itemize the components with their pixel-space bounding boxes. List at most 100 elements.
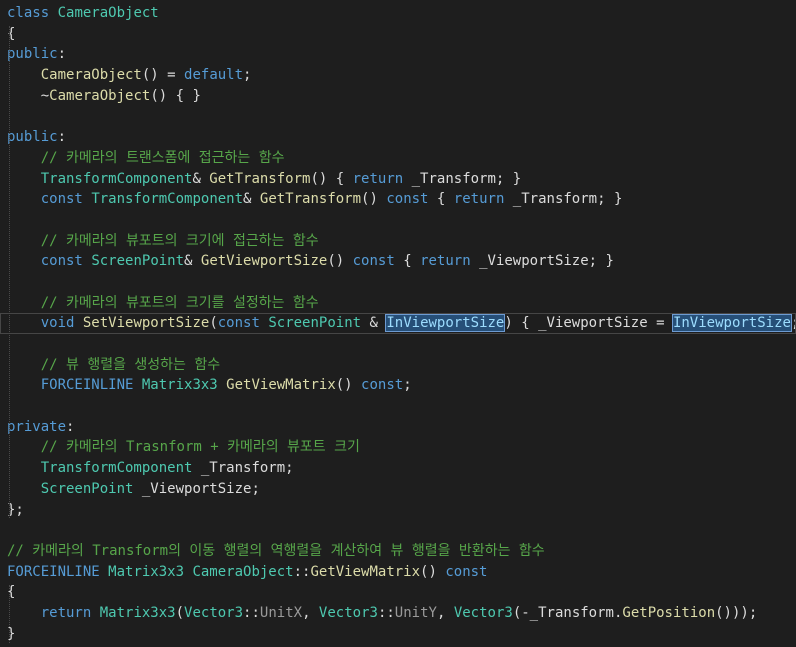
code-token: ~: [7, 87, 50, 104]
code-token: ,: [436, 604, 454, 621]
code-token: (): [361, 191, 387, 208]
code-token: (): [420, 563, 446, 580]
code-token: () =: [141, 67, 185, 84]
code-line[interactable]: // 카메라의 뷰포트의 크기에 접근하는 함수: [0, 231, 796, 252]
code-token: {: [394, 253, 421, 270]
code-token: ()));: [715, 604, 758, 621]
code-token: ::: [293, 563, 311, 580]
code-token: Matrix3x3: [141, 377, 218, 394]
code-token: _ViewportSize;: [133, 480, 260, 497]
code-line[interactable]: ScreenPoint _ViewportSize;: [0, 479, 796, 500]
code-token: return: [352, 170, 404, 187]
code-token: class: [7, 5, 50, 21]
code-token: const: [40, 253, 83, 270]
code-token: ;: [403, 377, 412, 394]
code-token: ::: [243, 604, 260, 621]
code-token: return: [40, 604, 92, 621]
indent-guide: [9, 584, 10, 643]
code-token: (: [175, 604, 185, 621]
code-line[interactable]: [0, 210, 796, 231]
code-line[interactable]: FORCEINLINE Matrix3x3 GetViewMatrix() co…: [0, 375, 796, 396]
code-line[interactable]: void SetViewportSize(const ScreenPoint &…: [0, 313, 796, 334]
code-line[interactable]: };: [0, 500, 796, 521]
code-line[interactable]: [0, 334, 796, 355]
code-line[interactable]: [0, 106, 796, 127]
code-token: CameraObject: [49, 87, 151, 104]
code-token: Vector3: [318, 604, 378, 621]
code-token: (: [209, 315, 218, 332]
code-token: ,: [302, 604, 319, 621]
code-line[interactable]: // 카메라의 Trasnform + 카메라의 뷰포트 크기: [0, 437, 796, 458]
code-token: ScreenPoint: [40, 480, 134, 497]
code-token: FORCEINLINE: [7, 563, 100, 580]
code-token: const: [386, 191, 429, 208]
code-token: GetTransform: [259, 191, 362, 208]
code-token: Matrix3x3: [108, 563, 185, 580]
code-line[interactable]: public:: [0, 127, 796, 148]
code-token: ; }: [791, 315, 796, 331]
code-line[interactable]: class CameraObject: [0, 3, 796, 24]
code-token: _Transform; }: [504, 191, 623, 208]
highlighted-identifier: InViewportSize: [385, 314, 506, 333]
code-line[interactable]: // 카메라의 뷰포트의 크기를 설정하는 함수: [0, 293, 796, 314]
code-token: TransformComponent: [40, 460, 193, 477]
code-line[interactable]: {: [0, 582, 796, 603]
code-line[interactable]: const TransformComponent& GetTransform()…: [0, 189, 796, 210]
code-token: Vector3: [453, 604, 513, 621]
code-line[interactable]: TransformComponent _Transform;: [0, 458, 796, 479]
code-line[interactable]: TransformComponent& GetTransform() { ret…: [0, 169, 796, 190]
code-line[interactable]: const ScreenPoint& GetViewportSize() con…: [0, 251, 796, 272]
code-line[interactable]: private:: [0, 417, 796, 438]
code-editor[interactable]: class CameraObject{public: CameraObject(…: [0, 3, 796, 647]
code-token: const: [352, 253, 395, 270]
code-token: :: [57, 129, 67, 146]
code-line[interactable]: [0, 520, 796, 541]
code-line[interactable]: {: [0, 24, 796, 45]
code-token: return: [420, 253, 471, 270]
code-token: const: [40, 191, 83, 208]
code-token: () {: [310, 170, 353, 187]
code-token: {: [428, 191, 454, 208]
code-line[interactable]: [0, 272, 796, 293]
highlighted-identifier: InViewportSize: [671, 314, 792, 333]
code-token: // 뷰 행렬을 생성하는 함수: [40, 356, 221, 373]
code-token: _Transform; }: [403, 170, 522, 187]
code-token: (): [327, 253, 353, 270]
code-token: Vector3: [184, 604, 244, 621]
code-token: // 카메라의 뷰포트의 크기에 접근하는 함수: [40, 232, 319, 249]
code-token: GetViewMatrix: [226, 377, 336, 394]
code-line[interactable]: [0, 396, 796, 417]
code-token: CameraObject: [40, 67, 142, 84]
code-line[interactable]: }: [0, 624, 796, 645]
code-token: &: [184, 253, 201, 270]
code-line[interactable]: // 카메라의 Transform의 이동 행렬의 역행렬을 계산하여 뷰 행렬…: [0, 541, 796, 562]
code-token: ) { _ViewportSize =: [504, 315, 673, 332]
code-token: _ViewportSize; }: [470, 253, 614, 270]
code-token: :: [66, 418, 75, 435]
code-line[interactable]: CameraObject() = default;: [0, 65, 796, 86]
code-token: UnitX: [259, 604, 303, 621]
code-line[interactable]: // 뷰 행렬을 생성하는 함수: [0, 355, 796, 376]
code-line[interactable]: public:: [0, 44, 796, 65]
code-line[interactable]: FORCEINLINE Matrix3x3 CameraObject::GetV…: [0, 562, 796, 583]
code-token: void: [40, 315, 75, 332]
code-line[interactable]: return Matrix3x3(Vector3::UnitX, Vector3…: [0, 603, 796, 624]
code-token: GetViewMatrix: [310, 563, 421, 580]
code-token: GetViewportSize: [200, 253, 328, 270]
code-token: ;: [243, 67, 252, 84]
code-line[interactable]: // 카메라의 트랜스폼에 접근하는 함수: [0, 148, 796, 169]
code-line[interactable]: ~CameraObject() { }: [0, 86, 796, 107]
